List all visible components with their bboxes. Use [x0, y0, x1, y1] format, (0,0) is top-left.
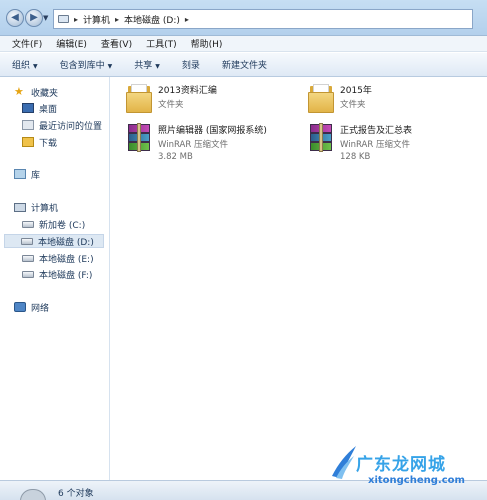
nav-desktop[interactable]: 桌面	[22, 101, 57, 115]
drive-icon	[20, 489, 46, 500]
organize-label: 组织	[12, 61, 31, 71]
include-in-library-label: 包含到库中	[59, 61, 105, 71]
star-icon: ★	[14, 85, 24, 98]
file-name: 2015年	[340, 86, 372, 96]
nav-drive-e[interactable]: 本地磁盘 (E:)	[22, 251, 94, 265]
nav-downloads[interactable]: 下载	[22, 135, 57, 149]
address-bar-area: ◀ ▶ ▼ ▸ 计算机 ▸ 本地磁盘 (D:) ▸	[0, 0, 487, 36]
file-name: 照片编辑器 (国家网报系统)	[158, 126, 267, 136]
back-button[interactable]: ◀	[6, 9, 24, 27]
hard-drive-icon	[22, 254, 34, 262]
chevron-down-icon: ▼	[155, 63, 160, 70]
file-list: 2013资料汇编 文件夹 2015年 文件夹 照片编辑器 (国家网报系统) Wi…	[111, 77, 487, 480]
file-size: 3.82 MB	[158, 152, 193, 162]
computer-icon	[58, 15, 69, 23]
nav-recent-label: 最近访问的位置	[39, 121, 103, 132]
file-type: WinRAR 压缩文件	[340, 140, 410, 150]
breadcrumb-computer[interactable]: 计算机	[83, 13, 110, 26]
nav-favorites-label: 收藏夹	[31, 88, 59, 99]
nav-drive-c[interactable]: 新加卷 (C:)	[22, 217, 85, 231]
watermark-cn-text: 广东龙网城	[356, 455, 446, 475]
menu-file[interactable]: 文件(F)	[12, 37, 42, 50]
folder-icon	[308, 83, 334, 113]
nav-drive-f[interactable]: 本地磁盘 (F:)	[22, 267, 92, 281]
chevron-right-icon[interactable]: ▸	[74, 15, 78, 24]
nav-computer-label: 计算机	[31, 203, 59, 214]
menu-tools[interactable]: 工具(T)	[146, 37, 177, 50]
nav-drive-f-label: 本地磁盘 (F:)	[39, 270, 93, 281]
nav-network[interactable]: 网络	[14, 300, 49, 314]
nav-recent[interactable]: 最近访问的位置	[22, 118, 102, 132]
watermark-url: xitongcheng.com	[368, 475, 465, 486]
file-name: 2013资料汇编	[158, 86, 217, 96]
nav-drive-d-label: 本地磁盘 (D:)	[38, 237, 94, 248]
folder-icon	[126, 83, 152, 113]
nav-desktop-label: 桌面	[39, 104, 58, 115]
nav-favorites[interactable]: ★ 收藏夹	[14, 85, 58, 99]
nav-drive-c-label: 新加卷 (C:)	[39, 220, 86, 231]
nav-network-label: 网络	[31, 303, 50, 314]
nav-libraries-label: 库	[31, 170, 41, 181]
item-count: 6 个对象	[58, 489, 94, 499]
watermark-logo: 广东龙网城 xitongcheng.com	[330, 436, 487, 498]
nav-computer[interactable]: 计算机	[14, 200, 58, 214]
share-label: 共享	[134, 61, 153, 71]
burn-button[interactable]: 刻录	[182, 58, 200, 71]
new-folder-button[interactable]: 新建文件夹	[222, 58, 267, 71]
file-type: 文件夹	[340, 100, 366, 110]
chevron-right-icon[interactable]: ▸	[185, 15, 189, 24]
menu-edit[interactable]: 编辑(E)	[56, 37, 87, 50]
nav-downloads-label: 下载	[39, 138, 58, 149]
swoosh-icon	[332, 446, 356, 479]
file-item-report-rar[interactable]: 正式报告及汇总表 WinRAR 压缩文件 128 KB	[308, 123, 412, 162]
network-icon	[14, 302, 26, 312]
address-input[interactable]: ▸ 计算机 ▸ 本地磁盘 (D:) ▸	[53, 9, 473, 29]
hard-drive-icon	[22, 220, 34, 228]
file-size: 128 KB	[340, 152, 371, 162]
organize-button[interactable]: 组织 ▼	[12, 58, 38, 71]
chevron-down-icon: ▼	[107, 63, 113, 70]
menu-view[interactable]: 查看(V)	[101, 37, 132, 50]
menu-help[interactable]: 帮助(H)	[191, 37, 223, 50]
hard-drive-icon	[21, 237, 33, 245]
computer-icon	[14, 202, 26, 212]
navigation-pane: ★ 收藏夹 桌面 最近访问的位置 下载 库 计算机 新加卷 (C:) 本地磁盘 …	[0, 77, 110, 480]
winrar-icon	[308, 123, 334, 153]
share-button[interactable]: 共享 ▼	[134, 58, 160, 71]
recent-pages-dropdown[interactable]: ▼	[43, 14, 48, 22]
recent-places-icon	[22, 120, 34, 130]
nav-drive-d[interactable]: 本地磁盘 (D:)	[4, 234, 104, 248]
file-item-2015-folder[interactable]: 2015年 文件夹	[308, 83, 372, 113]
downloads-folder-icon	[22, 137, 34, 147]
command-bar: 组织 ▼ 包含到库中 ▼ 共享 ▼ 刻录 新建文件夹	[0, 53, 487, 77]
breadcrumb-drive-d[interactable]: 本地磁盘 (D:)	[124, 13, 180, 26]
file-item-photo-editor-rar[interactable]: 照片编辑器 (国家网报系统) WinRAR 压缩文件 3.82 MB	[126, 123, 267, 162]
file-name: 正式报告及汇总表	[340, 126, 413, 136]
menu-bar: 文件(F) 编辑(E) 查看(V) 工具(T) 帮助(H)	[0, 36, 487, 52]
chevron-right-icon[interactable]: ▸	[115, 15, 119, 24]
file-type: 文件夹	[158, 100, 184, 110]
include-in-library-button[interactable]: 包含到库中 ▼	[60, 58, 113, 71]
winrar-icon	[126, 123, 152, 153]
library-icon	[14, 169, 26, 179]
nav-libraries[interactable]: 库	[14, 167, 40, 181]
hard-drive-icon	[22, 270, 34, 278]
file-type: WinRAR 压缩文件	[158, 140, 228, 150]
desktop-icon	[22, 103, 34, 113]
file-item-2013-folder[interactable]: 2013资料汇编 文件夹	[126, 83, 217, 113]
forward-button[interactable]: ▶	[25, 9, 43, 27]
chevron-down-icon: ▼	[33, 63, 38, 70]
nav-drive-e-label: 本地磁盘 (E:)	[39, 254, 94, 265]
